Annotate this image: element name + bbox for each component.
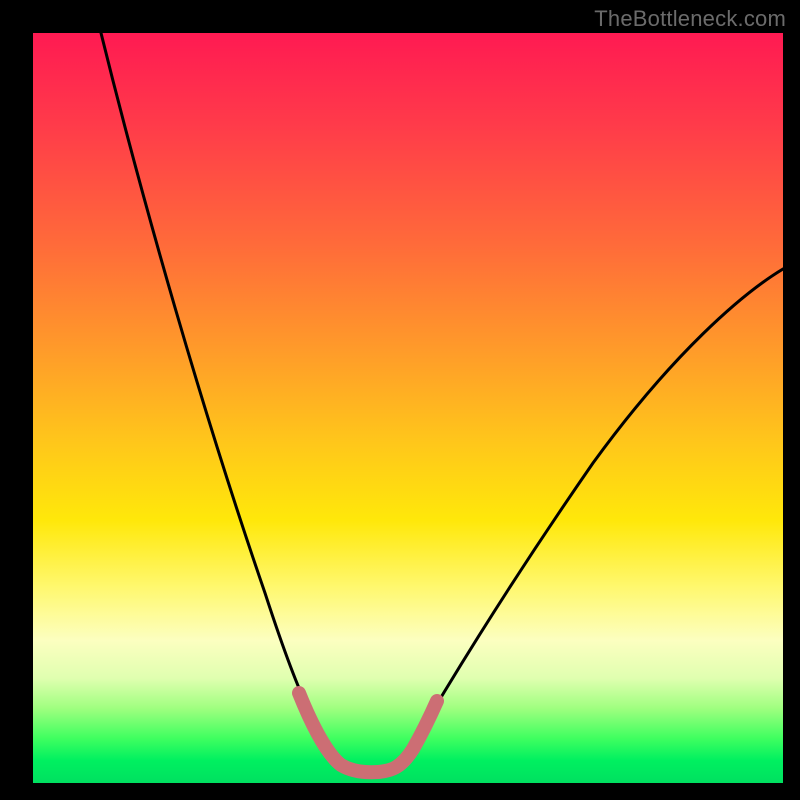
chart-plot-area bbox=[33, 33, 783, 783]
chart-frame: TheBottleneck.com bbox=[0, 0, 800, 800]
highlight-segment bbox=[299, 693, 437, 772]
watermark-label: TheBottleneck.com bbox=[594, 6, 786, 32]
bottleneck-curve bbox=[101, 33, 783, 770]
chart-svg bbox=[33, 33, 783, 783]
